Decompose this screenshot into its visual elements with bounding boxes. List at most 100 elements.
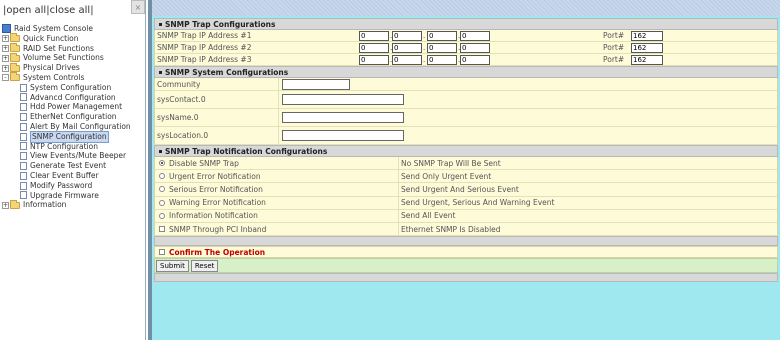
tree-item-label: System Controls <box>23 72 85 82</box>
open-all-link[interactable]: open all <box>6 5 46 16</box>
tree-item[interactable]: + Physical Drives <box>0 62 146 73</box>
folder-icon <box>10 52 20 62</box>
system-config-row: sysLocation.0 <box>154 127 778 145</box>
folder-icon <box>10 72 20 82</box>
notification-option-row[interactable]: Urgent Error Notification Send Only Urgen… <box>154 170 778 184</box>
ip-octet-input[interactable]: 0 <box>392 42 422 53</box>
page-icon <box>20 103 27 112</box>
notification-radio[interactable] <box>159 186 165 193</box>
tree-item-label: Advancd Configuration <box>30 92 116 102</box>
tree-item-label: NTP Configuration <box>30 141 98 151</box>
tree-item-label: RAID Set Functions <box>23 43 94 53</box>
system-config-input[interactable] <box>282 94 404 105</box>
tree-item[interactable]: NTP Configuration <box>0 142 146 152</box>
trap-address-label: SNMP Trap IP Address #2 <box>157 43 252 52</box>
collapse-frame-button[interactable]: × <box>131 0 145 14</box>
expander-icon[interactable]: + <box>2 54 9 62</box>
close-all-link[interactable]: close all <box>50 5 91 16</box>
expander-icon[interactable]: + <box>2 64 9 72</box>
notification-radio[interactable] <box>159 199 165 206</box>
notification-option[interactable]: Warning Error Notification <box>159 198 266 207</box>
notification-option[interactable]: Disable SNMP Trap <box>159 159 239 168</box>
button-row: Submit Reset <box>154 258 778 274</box>
tree-item[interactable]: Advancd Configuration <box>0 93 146 103</box>
ip-octet-input[interactable]: 0 <box>460 30 490 41</box>
tree-item[interactable]: View Events/Mute Beeper <box>0 151 146 161</box>
notification-option-row[interactable]: Serious Error Notification Send Urgent An… <box>154 183 778 197</box>
system-config-input[interactable] <box>282 78 350 90</box>
tree-item[interactable]: + Quick Function <box>0 33 146 44</box>
system-config-label: Community <box>157 79 201 89</box>
tree-item[interactable]: System Configuration <box>0 83 146 93</box>
expander-icon[interactable]: + <box>2 44 9 52</box>
expander-icon[interactable]: - <box>2 74 9 82</box>
notification-option-label: Urgent Error Notification <box>169 171 261 181</box>
system-config-label: sysLocation.0 <box>157 131 209 140</box>
section-header-trap: SNMP Trap Configurations <box>154 18 778 30</box>
page-icon <box>20 181 27 190</box>
system-rows: Community sysContact.0 sysName.0 sysLocatio… <box>154 78 778 145</box>
ip-octet-input[interactable]: 0 <box>359 42 389 53</box>
port-input[interactable]: 162 <box>631 42 663 53</box>
notification-option[interactable]: Serious Error Notification <box>159 185 263 194</box>
notification-radio[interactable] <box>159 173 165 180</box>
ip-octet-input[interactable]: 0 <box>460 42 490 53</box>
tree-item-label: Volume Set Functions <box>23 53 104 63</box>
submit-button[interactable]: Submit <box>156 259 189 272</box>
ip-octet-input[interactable]: 0 <box>427 54 457 65</box>
tree-item-label: Physical Drives <box>23 63 80 73</box>
notification-option[interactable]: SNMP Through PCI Inband <box>159 225 266 234</box>
tree-item[interactable]: Clear Event Buffer <box>0 171 146 181</box>
expander-icon[interactable]: + <box>2 201 9 209</box>
notification-option[interactable]: Urgent Error Notification <box>159 172 261 181</box>
pci-inband-checkbox[interactable] <box>159 226 165 233</box>
notification-radio[interactable] <box>159 212 165 219</box>
page-icon <box>20 191 27 200</box>
tree-item[interactable]: - System Controls <box>0 72 146 83</box>
port-input[interactable]: 162 <box>631 30 663 41</box>
notification-option-row[interactable]: Information Notification Send All Event <box>154 209 778 223</box>
ip-separator: . <box>423 31 426 40</box>
page-icon <box>20 113 27 122</box>
tree-item[interactable]: Raid System Console <box>0 24 146 34</box>
tree-item[interactable]: SNMP Configuration <box>0 130 146 143</box>
tree-item[interactable]: EtherNet Configuration <box>0 112 146 122</box>
tree-item[interactable]: Hdd Power Management <box>0 102 146 112</box>
system-config-input[interactable] <box>282 130 404 141</box>
system-config-label: sysName.0 <box>157 113 199 122</box>
tree-item[interactable]: Modify Password <box>0 181 146 191</box>
tree-item-label: View Events/Mute Beeper <box>30 151 127 161</box>
ip-octet-input[interactable]: 0 <box>427 42 457 53</box>
notification-option-label: Serious Error Notification <box>169 184 263 194</box>
tree-item[interactable]: + Information <box>0 199 146 210</box>
ip-octet-input[interactable]: 0 <box>359 54 389 65</box>
notification-radio[interactable] <box>159 160 165 167</box>
ip-separator: . <box>423 43 426 52</box>
notification-option[interactable]: Information Notification <box>159 211 258 220</box>
tree-item-label: EtherNet Configuration <box>30 112 117 122</box>
ip-octet-input[interactable]: 0 <box>392 54 422 65</box>
ip-octet-input[interactable]: 0 <box>392 30 422 41</box>
port-label: Port# <box>603 55 625 64</box>
notification-option-row[interactable]: Disable SNMP Trap No SNMP Trap Will Be Se… <box>154 157 778 171</box>
port-input[interactable]: 162 <box>631 54 663 65</box>
notification-option-label: Disable SNMP Trap <box>169 158 239 168</box>
page-icon <box>20 93 27 102</box>
trap-address-row: SNMP Trap IP Address #30.0.0.0Port#162 <box>154 54 778 66</box>
system-config-input[interactable] <box>282 112 404 123</box>
tree-item[interactable]: Generate Test Event <box>0 161 146 171</box>
reset-button[interactable]: Reset <box>190 259 219 272</box>
tree-item[interactable]: + Volume Set Functions <box>0 52 146 63</box>
notification-option-row[interactable]: SNMP Through PCI Inband Ethernet SNMP Is … <box>154 222 778 237</box>
ip-octet-input[interactable]: 0 <box>427 30 457 41</box>
tree-item[interactable]: + RAID Set Functions <box>0 42 146 54</box>
ip-octet-input[interactable]: 0 <box>359 30 389 41</box>
page-icon <box>20 152 27 161</box>
ip-octet-input[interactable]: 0 <box>460 54 490 65</box>
notification-option-row[interactable]: Warning Error Notification Send Urgent, S… <box>154 196 778 210</box>
confirm-checkbox[interactable] <box>159 249 165 256</box>
tree-item[interactable]: Upgrade Firmware <box>0 191 146 201</box>
expander-icon[interactable]: + <box>2 35 9 43</box>
snmp-configuration-panel: SNMP Trap Configurations SNMP Trap IP Ad… <box>154 18 778 283</box>
confirm-label: Confirm The Operation <box>169 247 266 257</box>
